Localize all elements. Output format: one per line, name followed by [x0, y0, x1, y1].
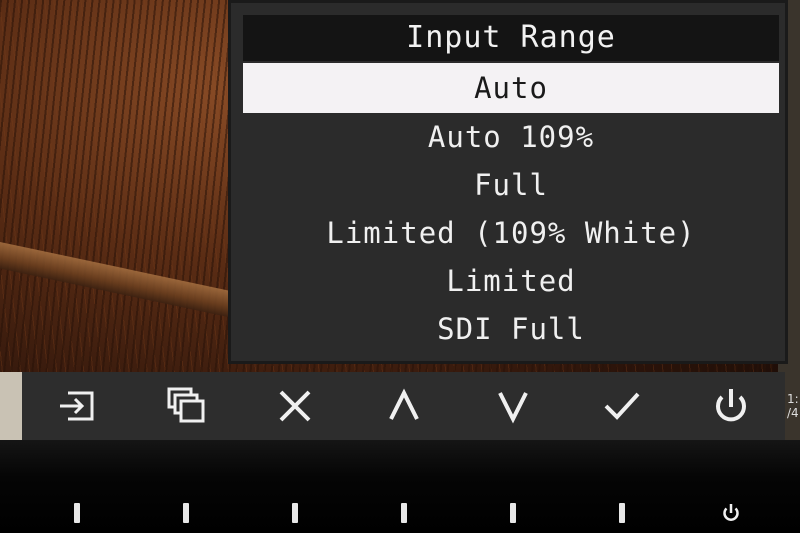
confirm-button[interactable]: [592, 376, 652, 436]
down-button[interactable]: [483, 376, 543, 436]
button-mark: [73, 503, 80, 523]
power-button[interactable]: [701, 376, 761, 436]
hardware-button-5[interactable]: [483, 503, 543, 523]
hardware-power-button[interactable]: [701, 502, 761, 524]
menu-item-sdi-full[interactable]: SDI Full: [243, 305, 779, 353]
menu-title: Input Range: [243, 15, 779, 61]
pip-button[interactable]: [156, 376, 216, 436]
osd-menu: Input Range Auto Auto 109% Full Limited …: [228, 0, 788, 364]
button-mark: [400, 503, 407, 523]
power-icon: [722, 504, 739, 521]
button-mark: [182, 503, 189, 523]
hardware-button-3[interactable]: [265, 503, 325, 523]
close-icon: [279, 390, 310, 422]
hardware-button-1[interactable]: [47, 503, 107, 523]
power-icon: [715, 389, 746, 422]
menu-list: Auto Auto 109% Full Limited (109% White)…: [243, 63, 779, 353]
up-button[interactable]: [374, 376, 434, 436]
edge-text-line1: 1:: [787, 392, 799, 406]
picture-in-picture-icon: [167, 387, 204, 423]
input-select-button[interactable]: [47, 376, 107, 436]
checkmark-icon: [604, 392, 639, 420]
menu-item-auto-109[interactable]: Auto 109%: [243, 113, 779, 161]
button-guide-bar: [22, 372, 785, 440]
down-arrow-icon: [497, 392, 528, 424]
hardware-button-4[interactable]: [374, 503, 434, 523]
button-mark: [291, 503, 298, 523]
menu-item-limited-109-white[interactable]: Limited (109% White): [243, 209, 779, 257]
menu-item-full[interactable]: Full: [243, 161, 779, 209]
input-select-icon: [59, 391, 93, 421]
button-mark: [509, 503, 516, 523]
cancel-button[interactable]: [265, 376, 325, 436]
background-left-strip: [0, 372, 22, 440]
up-arrow-icon: [388, 388, 419, 420]
hardware-button-6[interactable]: [592, 503, 652, 523]
hardware-button-2[interactable]: [156, 503, 216, 523]
menu-item-auto[interactable]: Auto: [243, 63, 779, 113]
menu-item-limited[interactable]: Limited: [243, 257, 779, 305]
edge-partial-text: 1: /4: [787, 392, 799, 420]
button-mark: [618, 503, 625, 523]
hardware-button-row: [22, 500, 785, 526]
edge-text-line2: /4: [787, 406, 799, 420]
